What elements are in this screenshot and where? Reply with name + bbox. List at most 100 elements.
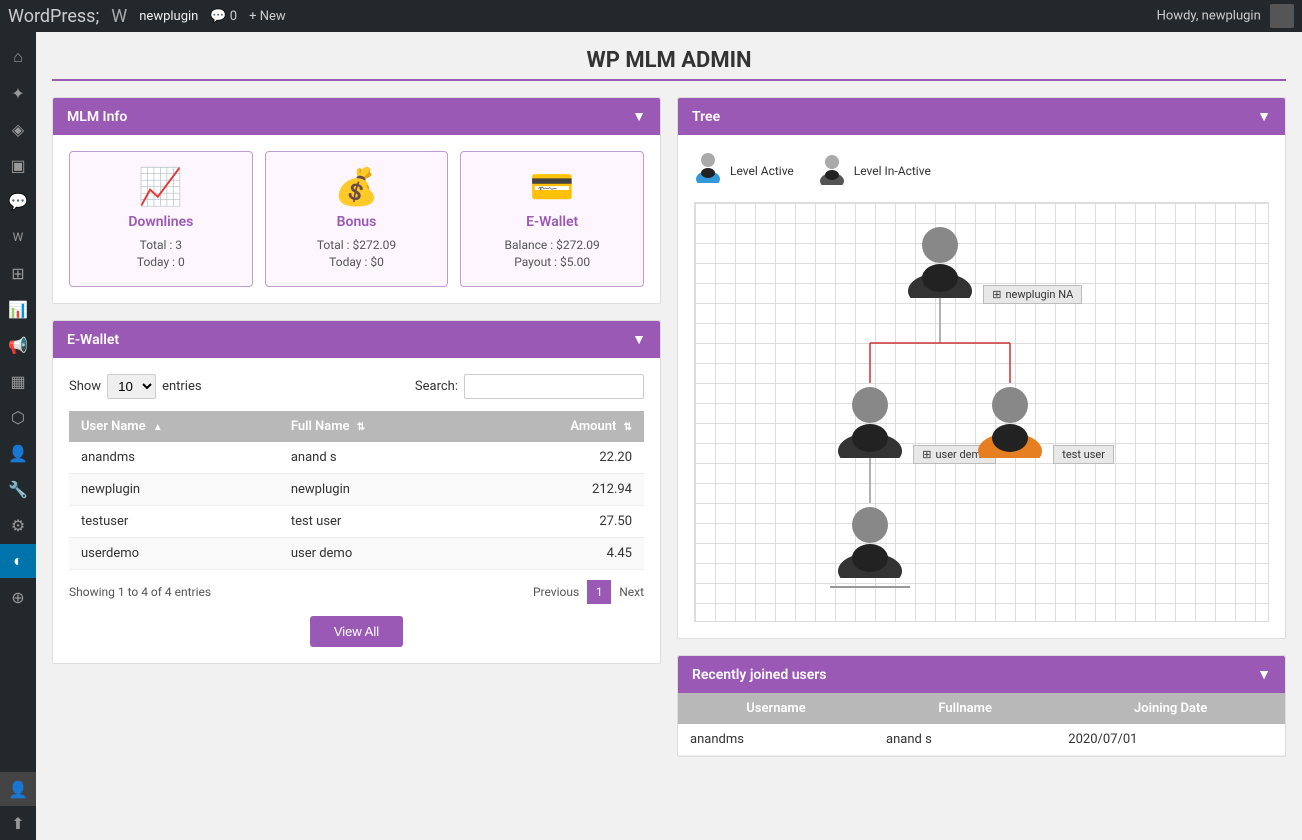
tree-title: Tree (692, 109, 720, 125)
wp-sidebar: ⌂ ✦ ◈ ▣ 💬 W ⊞ 📊 📢 ▦ ⬡ 👤 🔧 ⚙ ◐ ⊕ 👤 ⬆ (0, 32, 36, 840)
bonus-today: Today : $0 (280, 255, 434, 269)
ewallet-title[interactable]: E-Wallet (475, 214, 629, 230)
table-cell: 4.45 (474, 538, 644, 570)
bonus-icon: 💰 (280, 166, 434, 208)
recently-joined-header: Recently joined users ▼ (678, 656, 1285, 693)
legend-inactive-label: Level In-Active (854, 164, 931, 178)
bonus-card: 💰 Bonus Total : $272.09 Today : $0 (265, 151, 449, 287)
mlm-info-header: MLM Info ▼ (53, 98, 660, 135)
tree-label-root: ⊞ newplugin NA (983, 285, 1082, 304)
legend-active: Level Active (694, 151, 794, 190)
sidebar-icon-bottom[interactable]: ⬆ (0, 806, 36, 840)
tree-toggle[interactable]: ▼ (1257, 108, 1271, 125)
comments-icon[interactable]: 💬 0 (210, 9, 237, 24)
mlm-info-toggle[interactable]: ▼ (632, 108, 646, 125)
page-title: WP MLM ADMIN (52, 48, 1286, 81)
legend-active-label: Level Active (730, 164, 794, 178)
downlines-icon: 📈 (84, 166, 238, 208)
sidebar-icon-posts[interactable]: ✦ (0, 76, 36, 110)
tree-label-testuser: test user (1053, 445, 1114, 464)
sort-amount-icon: ⇅ (624, 422, 632, 433)
downlines-title[interactable]: Downlines (84, 214, 238, 230)
tree-header: Tree ▼ (678, 98, 1285, 135)
tree-legend: Level Active Level In- (694, 151, 1269, 190)
ewallet-table: User Name ▲ Full Name ⇅ Amount ⇅ (69, 411, 644, 570)
sidebar-icon-user-profile[interactable]: 👤 (0, 772, 36, 806)
table-row: anandmsanand s22.20 (69, 442, 644, 474)
sidebar-icon-pages[interactable]: ▣ (0, 148, 36, 182)
sort-username-icon: ▲ (153, 422, 163, 433)
sidebar-icon-analytics[interactable]: 📊 (0, 292, 36, 326)
node-icon-userdemo: ⊞ (922, 448, 931, 461)
sidebar-icon-marketing[interactable]: 📢 (0, 328, 36, 362)
table-footer: Showing 1 to 4 of 4 entries Previous 1 N… (69, 580, 644, 604)
table-row: testusertest user27.50 (69, 506, 644, 538)
table-cell: anand s (279, 442, 474, 474)
table-cell: newplugin (69, 474, 279, 506)
view-all-button[interactable]: View All (310, 616, 403, 647)
ewallet-panel-body: Show 10 25 50 entries Search: (53, 358, 660, 663)
avatar-active-icon (694, 151, 722, 190)
bonus-title[interactable]: Bonus (280, 214, 434, 230)
table-cell: userdemo (69, 538, 279, 570)
prev-button[interactable]: Previous (533, 585, 579, 599)
ewallet-panel: E-Wallet ▼ Show 10 25 50 entrie (52, 320, 661, 664)
sidebar-icon-misc2[interactable]: ⊕ (0, 580, 36, 614)
search-label: Search: (415, 379, 458, 394)
sidebar-icon-appearance[interactable]: ▦ (0, 364, 36, 398)
recently-joined-toggle[interactable]: ▼ (1257, 666, 1271, 683)
col-r-date: Joining Date (1056, 693, 1285, 724)
sidebar-icon-woo[interactable]: W (0, 220, 36, 254)
tree-canvas: ⊞ newplugin NA ⊞ (694, 202, 1269, 622)
sidebar-icon-tools[interactable]: 🔧 (0, 472, 36, 506)
ewallet-toggle[interactable]: ▼ (632, 331, 646, 348)
downlines-today: Today : 0 (84, 255, 238, 269)
downlines-card: 📈 Downlines Total : 3 Today : 0 (69, 151, 253, 287)
sidebar-icon-settings[interactable]: ⚙ (0, 508, 36, 542)
bonus-total: Total : $272.09 (280, 238, 434, 252)
sidebar-icon-plugins[interactable]: ⬡ (0, 400, 36, 434)
table-cell: test user (279, 506, 474, 538)
table-cell: 22.20 (474, 442, 644, 474)
table-cell: anand s (874, 724, 1056, 756)
page-number[interactable]: 1 (587, 580, 611, 604)
sidebar-icon-products[interactable]: ⊞ (0, 256, 36, 290)
sidebar-icon-dashboard[interactable]: ⌂ (0, 40, 36, 74)
tree-panel: Tree ▼ (677, 97, 1286, 639)
sidebar-icon-media[interactable]: ◈ (0, 112, 36, 146)
table-cell: user demo (279, 538, 474, 570)
sidebar-icon-mlm[interactable]: ◐ (0, 544, 36, 578)
howdy-label: Howdy, newplugin (1157, 8, 1261, 23)
wp-logo-icon: WordPress; (8, 6, 99, 27)
legend-inactive: Level In-Active (818, 153, 931, 188)
recently-joined-table: Username Fullname Joining Date anandmsan… (678, 693, 1285, 756)
tree-node-root: ⊞ newplugin NA (900, 223, 1082, 304)
downlines-total: Total : 3 (84, 238, 238, 252)
col-r-fullname: Fullname (874, 693, 1056, 724)
col-username[interactable]: User Name ▲ (69, 411, 279, 442)
sidebar-icon-comments[interactable]: 💬 (0, 184, 36, 218)
entries-select[interactable]: 10 25 50 (107, 374, 156, 399)
table-cell: 212.94 (474, 474, 644, 506)
site-name[interactable]: newplugin (139, 9, 198, 24)
admin-bar: WordPress; W newplugin 💬 0 + New Howdy, … (0, 0, 1302, 32)
table-cell: 2020/07/01 (1056, 724, 1285, 756)
col-fullname[interactable]: Full Name ⇅ (279, 411, 474, 442)
search-input[interactable] (464, 374, 644, 399)
sidebar-icon-users[interactable]: 👤 (0, 436, 36, 470)
list-item: anandmsanand s2020/07/01 (678, 724, 1285, 756)
col-r-username: Username (678, 693, 874, 724)
ewallet-payout: Payout : $5.00 (475, 255, 629, 269)
next-button[interactable]: Next (619, 585, 644, 599)
recently-joined-body: Username Fullname Joining Date anandmsan… (678, 693, 1285, 756)
recently-joined-title: Recently joined users (692, 667, 826, 683)
main-content: WP MLM ADMIN MLM Info ▼ 📈 Downlines Tota… (36, 32, 1302, 840)
user-avatar (1270, 4, 1294, 28)
mlm-info-body: 📈 Downlines Total : 3 Today : 0 💰 Bonus … (53, 135, 660, 303)
tree-node-testuser: test user (970, 383, 1114, 464)
col-amount[interactable]: Amount ⇅ (474, 411, 644, 442)
new-button[interactable]: + New (249, 9, 286, 24)
table-cell: testuser (69, 506, 279, 538)
table-controls: Show 10 25 50 entries Search: (69, 374, 644, 399)
mlm-info-title: MLM Info (67, 109, 127, 125)
